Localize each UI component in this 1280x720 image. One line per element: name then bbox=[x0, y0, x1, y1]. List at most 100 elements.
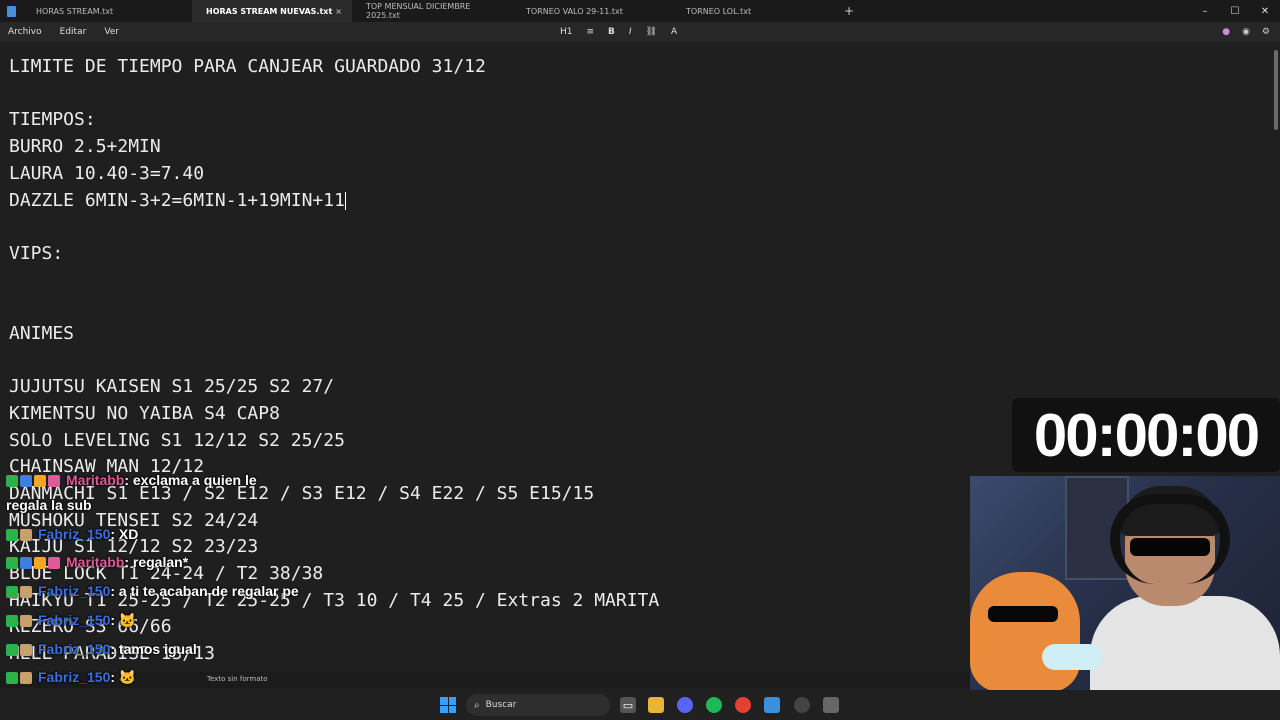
task-view-icon[interactable]: ▭ bbox=[620, 697, 636, 713]
calculator-icon[interactable] bbox=[823, 697, 839, 713]
chat-badge-icon bbox=[48, 557, 60, 570]
chat-badge-icon bbox=[6, 586, 18, 599]
chat-badge-icon bbox=[6, 475, 18, 488]
chat-badge-icon bbox=[20, 529, 32, 542]
chat-text: : 🐱 bbox=[110, 669, 137, 685]
format-toolbar: H1 ≡ B I ⛓ A bbox=[560, 22, 677, 42]
chat-text: : 🐱 bbox=[110, 612, 137, 628]
stream-timer: 00:00:00 bbox=[1012, 398, 1280, 472]
chat-text: : a ti te acaban de regalar pe bbox=[110, 583, 299, 599]
editor-line[interactable]: VIPS: bbox=[9, 243, 63, 265]
editor-line[interactable]: LAURA 10.40-3=7.40 bbox=[9, 163, 204, 185]
menu-editar[interactable]: Editar bbox=[60, 27, 87, 37]
editor-line[interactable]: DAZZLE 6MIN-3+2=6MIN-1+19MIN+11 bbox=[9, 190, 346, 212]
tab-horas-stream-nuevas[interactable]: HORAS STREAM NUEVAS.txt × bbox=[192, 0, 352, 22]
editor-line-text: LIMITE DE TIEMPO PARA CANJEAR GUARDADO 3… bbox=[9, 56, 486, 77]
plush-sunglasses-icon bbox=[988, 606, 1058, 622]
chat-text: : regalan* bbox=[124, 554, 189, 570]
editor-line-text: ANIMES bbox=[9, 323, 75, 344]
tab-torneo-lol[interactable]: TORNEO LOL.txt bbox=[672, 0, 832, 22]
editor-line-text: KIMENTSU NO YAIBA S4 CAP8 bbox=[9, 403, 280, 424]
right-tools: ● ◉ ⚙ bbox=[1222, 22, 1270, 42]
webcam-person-body bbox=[1090, 596, 1280, 690]
maximize-icon[interactable]: ☐ bbox=[1220, 0, 1250, 22]
chat-text: : XD bbox=[110, 526, 139, 542]
settings-icon[interactable]: ⚙ bbox=[1262, 27, 1270, 37]
editor-line-text: DAZZLE 6MIN-3+2=6MIN-1+19MIN+11 bbox=[9, 190, 345, 211]
editor-line[interactable]: SOLO LEVELING S1 12/12 S2 25/25 bbox=[9, 430, 345, 452]
editor-line[interactable]: JUJUTSU KAISEN S1 25/25 S2 27/ bbox=[9, 376, 334, 398]
editor-line-text: VIPS: bbox=[9, 243, 64, 264]
sunglasses-icon bbox=[1130, 538, 1210, 556]
chrome-icon[interactable] bbox=[735, 697, 751, 713]
menu-bar: Archivo Editar Ver H1 ≡ B I ⛓ A ● ◉ ⚙ bbox=[0, 22, 1280, 42]
clear-format-icon[interactable]: A bbox=[671, 27, 677, 37]
editor-line[interactable]: BURRO 2.5+2MIN bbox=[9, 136, 161, 158]
close-icon[interactable]: ✕ bbox=[1250, 0, 1280, 22]
chat-text: regala la sub bbox=[6, 497, 92, 513]
tab-label: TORNEO LOL.txt bbox=[686, 6, 752, 16]
chat-text: : exclama a quien le bbox=[124, 472, 257, 488]
notepad-taskbar-icon[interactable] bbox=[764, 697, 780, 713]
chat-message: Fabriz_150: tamos igual bbox=[6, 641, 197, 657]
link-icon[interactable]: ⛓ bbox=[646, 27, 657, 37]
minimize-icon[interactable]: – bbox=[1190, 0, 1220, 22]
tab-torneo-valo[interactable]: TORNEO VALO 29-11.txt bbox=[512, 0, 672, 22]
notepad-icon bbox=[0, 0, 22, 22]
chat-message: Maritabb: regalan* bbox=[6, 554, 188, 570]
editor-line-text: SOLO LEVELING S1 12/12 S2 25/25 bbox=[9, 430, 345, 451]
tab-horas-stream[interactable]: HORAS STREAM.txt bbox=[22, 0, 192, 22]
webcam-feed bbox=[970, 476, 1280, 690]
list-icon[interactable]: ≡ bbox=[587, 27, 595, 37]
search-placeholder: Buscar bbox=[485, 700, 517, 710]
menu-archivo[interactable]: Archivo bbox=[8, 27, 42, 37]
editor-line[interactable]: ANIMES bbox=[9, 323, 74, 345]
editor-line[interactable]: KIMENTSU NO YAIBA S4 CAP8 bbox=[9, 403, 280, 425]
chat-username: Fabriz_150 bbox=[38, 526, 111, 542]
copilot-icon[interactable]: ● bbox=[1222, 27, 1230, 37]
menu-ver[interactable]: Ver bbox=[104, 27, 119, 37]
tab-label: TOP MENSUAL DICIEMBRE 2025.txt bbox=[366, 2, 471, 20]
chat-badge-icon bbox=[20, 672, 32, 685]
chat-text: : tamos igual bbox=[110, 641, 197, 657]
search-icon: ⌕ bbox=[474, 699, 480, 711]
stream-chat-overlay: Maritabb : exclama a quien le regala la su… bbox=[0, 470, 560, 720]
account-icon[interactable]: ◉ bbox=[1242, 27, 1250, 37]
new-tab-button[interactable]: + bbox=[844, 4, 854, 18]
tab-top-mensual[interactable]: TOP MENSUAL DICIEMBRE 2025.txt bbox=[352, 0, 512, 22]
chat-badge-icon bbox=[20, 557, 32, 570]
window-controls: – ☐ ✕ bbox=[1190, 0, 1280, 22]
spotify-icon[interactable] bbox=[706, 697, 722, 713]
chat-badge-icon bbox=[20, 644, 32, 657]
chat-message: Fabriz_150: 🐱 bbox=[6, 669, 136, 686]
bold-button[interactable]: B bbox=[608, 27, 615, 37]
mouse-icon bbox=[1042, 644, 1102, 670]
file-explorer-icon[interactable] bbox=[648, 697, 664, 713]
tab-close-icon[interactable]: × bbox=[335, 7, 342, 16]
chat-message: regala la sub bbox=[6, 497, 92, 513]
discord-icon[interactable] bbox=[677, 697, 693, 713]
chat-badge-icon bbox=[48, 475, 60, 488]
app-icon[interactable] bbox=[794, 697, 810, 713]
chat-username: Maritabb bbox=[66, 554, 125, 570]
taskbar-search[interactable]: ⌕ Buscar bbox=[466, 694, 610, 716]
tab-label: HORAS STREAM.txt bbox=[36, 6, 114, 16]
editor-line-text: TIEMPOS: bbox=[9, 109, 96, 130]
text-caret bbox=[344, 192, 346, 210]
taskbar: ⌕ Buscar ▭ bbox=[0, 690, 1280, 720]
chat-badge-icon bbox=[34, 557, 46, 570]
chat-username: Fabriz_150 bbox=[38, 641, 111, 657]
scrollbar-thumb[interactable] bbox=[1274, 50, 1278, 130]
editor-line[interactable]: TIEMPOS: bbox=[9, 109, 96, 131]
start-button[interactable] bbox=[440, 697, 456, 713]
tab-label: TORNEO VALO 29-11.txt bbox=[526, 6, 623, 16]
chat-badge-icon bbox=[20, 586, 32, 599]
chat-badge-icon bbox=[6, 529, 18, 542]
italic-button[interactable]: I bbox=[629, 27, 632, 37]
chat-badge-icon bbox=[6, 644, 18, 657]
editor-line[interactable]: LIMITE DE TIEMPO PARA CANJEAR GUARDADO 3… bbox=[9, 56, 486, 78]
chat-badge-icon bbox=[20, 615, 32, 628]
chat-message: Fabriz_150: XD bbox=[6, 526, 138, 542]
chat-username: Fabriz_150 bbox=[38, 612, 111, 628]
heading-dropdown[interactable]: H1 bbox=[560, 27, 573, 37]
